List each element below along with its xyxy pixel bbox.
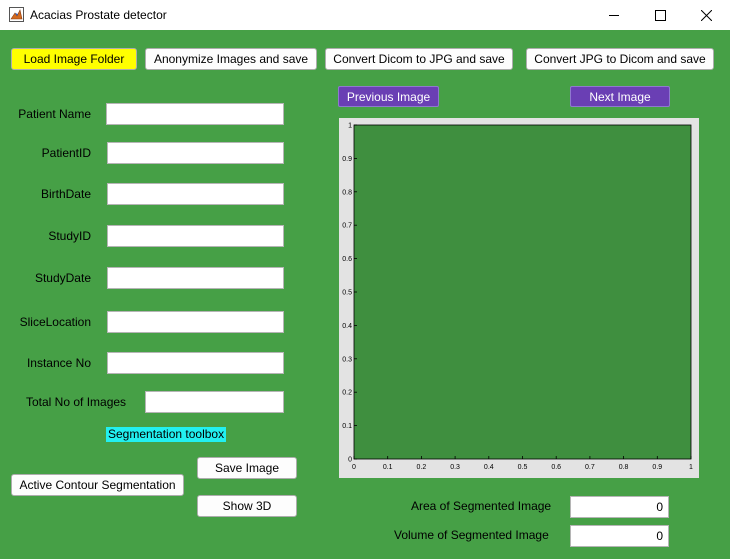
birth-date-field[interactable] — [107, 183, 284, 205]
y-tick-label: 0.6 — [342, 256, 352, 263]
matlab-icon — [9, 7, 24, 22]
dicom-to-jpg-button[interactable]: Convert Dicom to JPG and save — [325, 48, 513, 70]
y-tick-label: 0.3 — [342, 356, 352, 363]
total-images-field[interactable] — [145, 391, 284, 413]
x-tick-label: 0.4 — [484, 464, 494, 471]
close-icon — [700, 9, 712, 21]
x-tick-label: 0.7 — [585, 464, 595, 471]
y-tick-label: 0.4 — [342, 323, 352, 330]
patient-id-field[interactable] — [107, 142, 284, 164]
segmentation-toolbox-label: Segmentation toolbox — [106, 427, 227, 442]
window-title: Acacias Prostate detector — [30, 8, 167, 22]
x-tick-label: 0.5 — [518, 464, 528, 471]
study-date-label: StudyDate — [34, 271, 91, 285]
area-label: Area of Segmented Image — [411, 499, 552, 513]
next-image-button[interactable]: Next Image — [570, 86, 670, 107]
x-tick-label: 1 — [689, 464, 693, 471]
x-tick-label: 0.3 — [450, 464, 460, 471]
slice-location-field[interactable] — [107, 311, 284, 333]
y-tick-label: 0 — [348, 457, 352, 464]
slice-location-label: SliceLocation — [19, 315, 91, 329]
active-contour-button[interactable]: Active Contour Segmentation — [11, 474, 184, 496]
patient-name-field[interactable] — [106, 103, 284, 125]
jpg-to-dicom-button[interactable]: Convert JPG to Dicom and save — [526, 48, 714, 70]
x-tick-label: 0 — [352, 464, 356, 471]
previous-image-button[interactable]: Previous Image — [338, 86, 439, 107]
y-tick-label: 0.7 — [342, 223, 352, 230]
show-3d-button[interactable]: Show 3D — [197, 495, 297, 517]
x-tick-label: 0.1 — [383, 464, 393, 471]
app-window: Acacias Prostate detector Load Image Fol… — [0, 0, 730, 559]
study-id-label: StudyID — [48, 229, 91, 243]
patient-id-label: PatientID — [41, 146, 91, 160]
maximize-button[interactable] — [637, 0, 683, 30]
instance-no-label: Instance No — [26, 356, 91, 370]
study-id-field[interactable] — [107, 225, 284, 247]
volume-field[interactable]: 0 — [570, 525, 669, 547]
save-image-button[interactable]: Save Image — [197, 457, 297, 479]
x-tick-label: 0.8 — [619, 464, 629, 471]
area-field[interactable]: 0 — [570, 496, 669, 518]
maximize-icon — [654, 9, 666, 21]
x-tick-label: 0.9 — [652, 464, 662, 471]
x-tick-label: 0.2 — [417, 464, 427, 471]
image-axes[interactable]: 0 0.1 0.2 0.3 0.4 0.5 0.6 0.7 0.8 0.9 1 0 0.1 0.2 0.3… — [339, 118, 699, 478]
minimize-button[interactable] — [591, 0, 637, 30]
y-tick-label: 0.5 — [342, 290, 352, 297]
minimize-icon — [608, 14, 619, 16]
birth-date-label: BirthDate — [40, 187, 91, 201]
y-tick-label: 1 — [348, 123, 352, 130]
instance-no-field[interactable] — [107, 352, 284, 374]
y-tick-label: 0.8 — [342, 189, 352, 196]
y-tick-label: 0.2 — [342, 390, 352, 397]
study-date-field[interactable] — [107, 267, 284, 289]
axes-plot-area — [353, 124, 692, 460]
patient-name-label: Patient Name — [18, 107, 91, 121]
y-tick-label: 0.1 — [342, 423, 352, 430]
load-image-folder-button[interactable]: Load Image Folder — [11, 48, 137, 70]
anonymize-button[interactable]: Anonymize Images and save — [145, 48, 317, 70]
title-bar: Acacias Prostate detector — [0, 0, 730, 30]
total-images-label: Total No of Images — [26, 395, 127, 409]
x-tick-label: 0.6 — [551, 464, 561, 471]
close-button[interactable] — [683, 0, 729, 30]
volume-label: Volume of Segmented Image — [394, 528, 549, 542]
y-tick-label: 0.9 — [342, 156, 352, 163]
